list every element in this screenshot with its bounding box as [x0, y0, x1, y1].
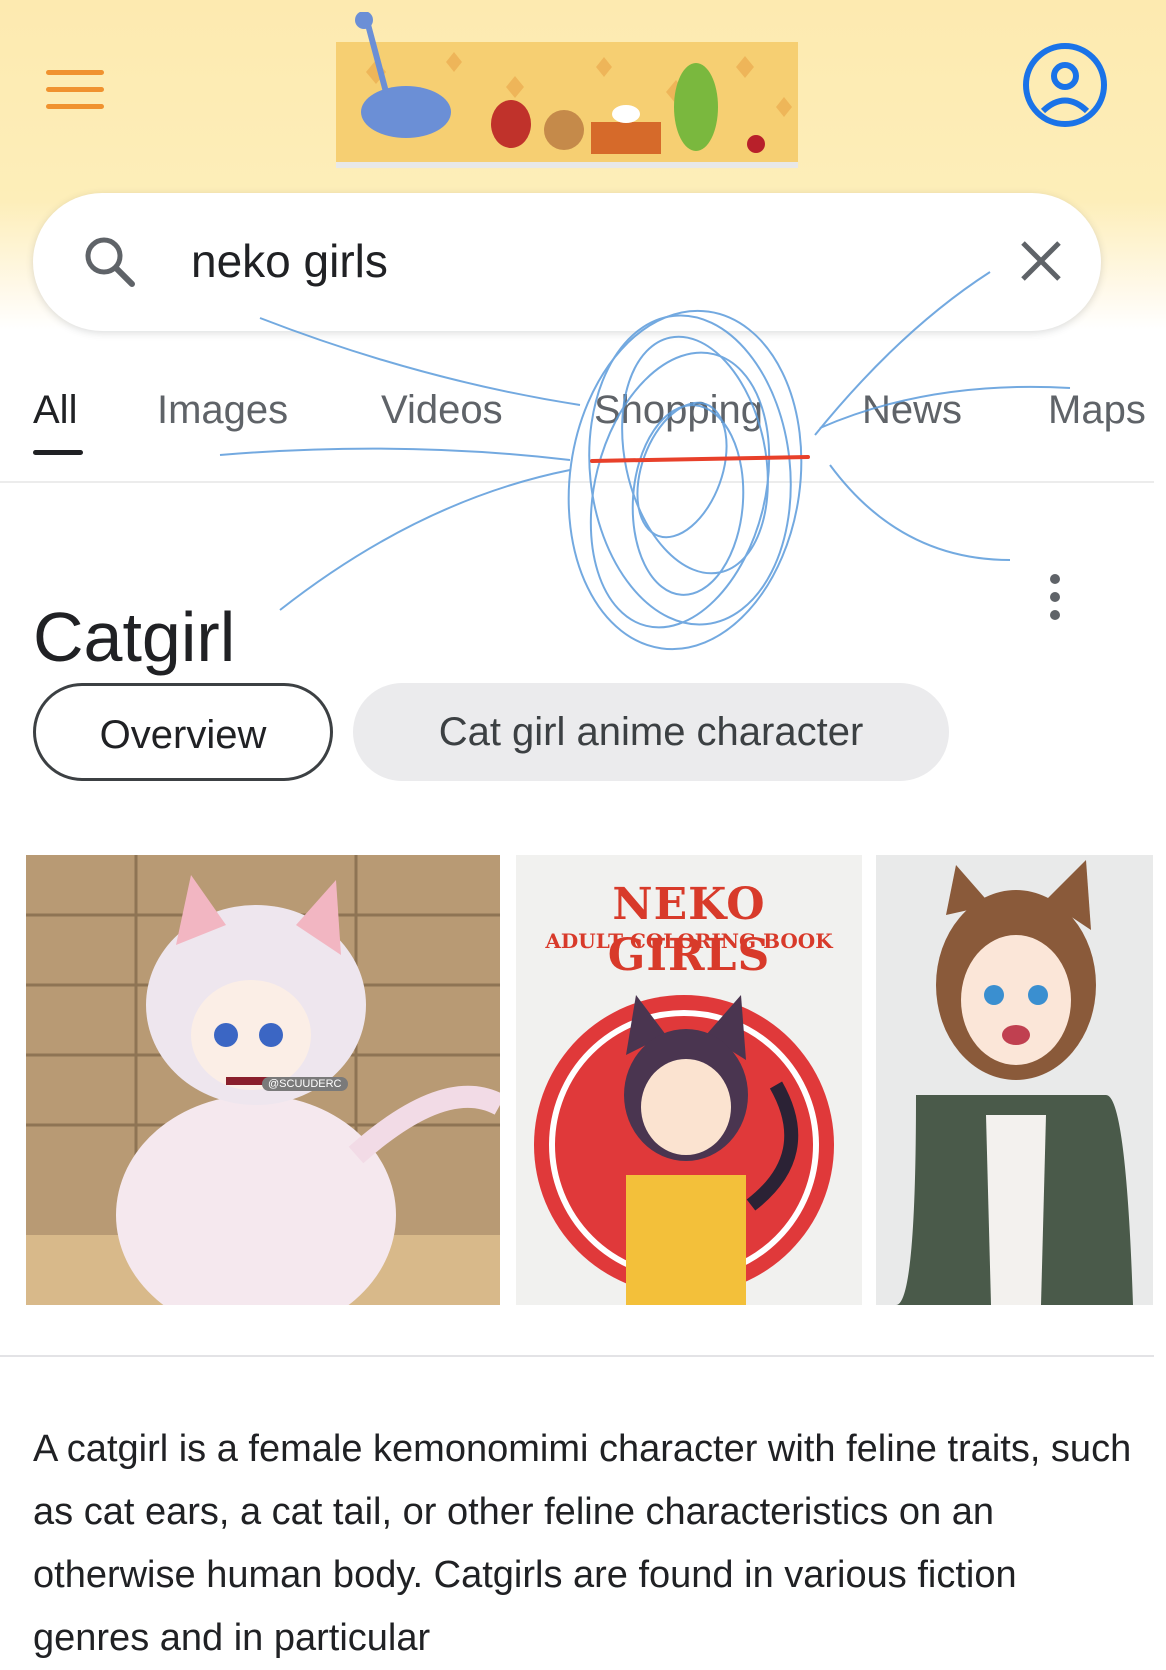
tab-news[interactable]: News — [862, 388, 962, 433]
chip-overview[interactable]: Overview — [33, 683, 333, 781]
account-icon[interactable] — [1020, 40, 1110, 130]
tab-images[interactable]: Images — [157, 388, 288, 433]
content-divider — [0, 1355, 1154, 1357]
search-tabs: All Images Videos Shopping News Maps — [0, 380, 1166, 482]
knowledge-panel-description: A catgirl is a female kemonomimi charact… — [33, 1428, 1132, 1659]
menu-icon[interactable] — [46, 70, 104, 114]
knowledge-panel-title: Catgirl — [33, 597, 236, 676]
tab-videos[interactable]: Videos — [381, 388, 503, 433]
search-icon — [85, 237, 135, 287]
catgirl-image-3[interactable] — [876, 855, 1153, 1305]
cover-subtitle: ADULT COLORING BOOK — [545, 929, 833, 953]
more-vert-icon[interactable] — [1040, 574, 1070, 628]
close-icon[interactable] — [1013, 233, 1069, 289]
google-doodle[interactable] — [336, 12, 798, 182]
tab-shopping[interactable]: Shopping — [594, 388, 763, 433]
image-watermark: @SCUUDERC — [262, 1077, 348, 1091]
catgirl-image-1[interactable]: @SCUUDERC — [26, 855, 500, 1305]
tab-all[interactable]: All — [33, 388, 77, 433]
active-tab-indicator — [33, 450, 83, 455]
tabs-divider — [0, 481, 1154, 483]
search-box[interactable]: neko girls — [33, 193, 1101, 331]
chip-cat-girl-anime-character[interactable]: Cat girl anime character — [353, 683, 949, 781]
tab-maps[interactable]: Maps — [1048, 388, 1146, 433]
catgirl-image-2[interactable]: NEKO GIRLS ADULT COLORING BOOK — [516, 855, 862, 1305]
search-input[interactable]: neko girls — [191, 233, 388, 289]
